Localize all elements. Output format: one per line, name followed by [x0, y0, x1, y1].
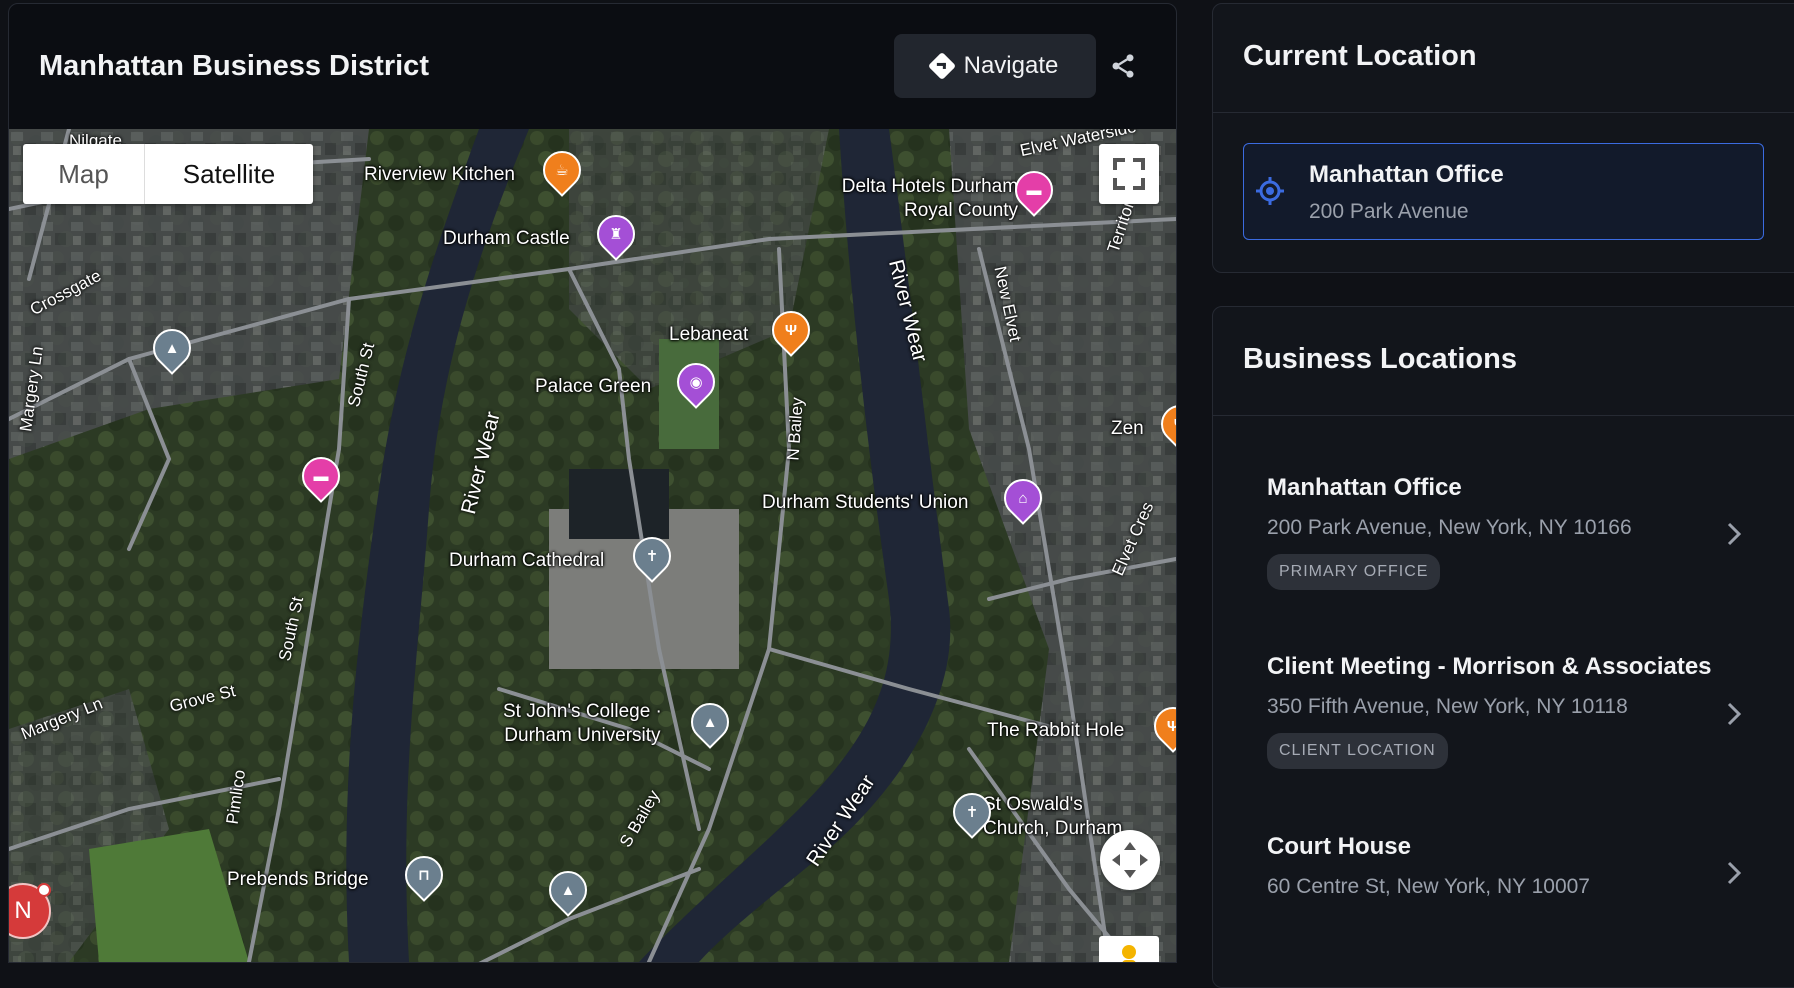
poi-label[interactable]: Lebaneat — [669, 323, 748, 347]
chevron-right-icon[interactable] — [1727, 702, 1741, 726]
poi-label[interactable]: Durham Cathedral — [449, 549, 604, 573]
poi-label[interactable]: Prebends Bridge — [227, 868, 369, 892]
status-badge: PRIMARY OFFICE — [1267, 554, 1441, 590]
map-card: Manhattan Business District Navigate Nil… — [8, 3, 1177, 963]
poi-label[interactable]: The Rabbit Hole — [987, 719, 1124, 743]
current-location-panel: Current Location Manhattan Office 200 Pa… — [1212, 3, 1794, 273]
pegman-icon — [1122, 945, 1136, 962]
poi-label-line1: Delta Hotels Durham — [841, 176, 1019, 197]
location-address: 200 Park Avenue, New York, NY 10166 — [1267, 516, 1632, 539]
poi-label[interactable]: Zen — [1111, 417, 1144, 441]
location-name: Manhattan Office — [1267, 474, 1462, 501]
camera-control-button[interactable] — [1100, 830, 1160, 890]
map-title: Manhattan Business District — [39, 49, 429, 82]
poi-label-line1: St John's College · — [503, 701, 662, 722]
poi-label-line2: Durham University — [504, 725, 661, 746]
share-icon[interactable] — [1109, 52, 1137, 80]
poi-label[interactable]: Durham Castle — [443, 227, 570, 251]
poi-label[interactable]: Riverview Kitchen — [364, 163, 515, 187]
map-type-toggle: Map Satellite — [23, 144, 313, 204]
poi-label[interactable]: Palace Green — [535, 375, 651, 399]
move-arrows-icon — [1112, 842, 1148, 878]
location-address: 60 Centre St, New York, NY 10007 — [1267, 875, 1590, 898]
fullscreen-icon — [1113, 158, 1145, 190]
map-type-map-button[interactable]: Map — [23, 144, 145, 204]
current-location-card[interactable]: Manhattan Office 200 Park Avenue — [1243, 143, 1764, 240]
divider — [1213, 415, 1794, 416]
satellite-map[interactable]: Nilgate Crossgate Margery Ln South St Ri… — [9, 129, 1176, 962]
poi-label[interactable]: Delta Hotels Durham Royal County — [807, 175, 1018, 223]
poi-label-line2: Royal County — [904, 200, 1019, 221]
fullscreen-button[interactable] — [1099, 144, 1159, 204]
current-location-title: Current Location — [1243, 40, 1477, 72]
business-locations-title: Business Locations — [1243, 343, 1517, 375]
poi-label-line1: St Oswald's — [983, 794, 1083, 815]
current-location-name: Manhattan Office — [1309, 161, 1504, 188]
divider — [1213, 112, 1794, 113]
list-item[interactable]: Manhattan Office 200 Park Avenue, New Yo… — [1267, 474, 1747, 590]
poi-label[interactable]: St John's College · Durham University — [503, 700, 662, 748]
poi-label[interactable]: Durham Students' Union — [762, 491, 968, 515]
location-name: Client Meeting - Morrison & Associates — [1267, 653, 1712, 680]
chevron-right-icon[interactable] — [1727, 522, 1741, 546]
chevron-right-icon[interactable] — [1727, 861, 1741, 885]
directions-icon — [927, 51, 956, 81]
street-view-button[interactable] — [1099, 936, 1159, 962]
location-name: Court House — [1267, 833, 1411, 860]
location-address: 350 Fifth Avenue, New York, NY 10118 — [1267, 695, 1628, 718]
list-item[interactable]: Court House 60 Centre St, New York, NY 1… — [1267, 833, 1747, 899]
navigate-button[interactable]: Navigate — [894, 34, 1096, 98]
map-type-satellite-button[interactable]: Satellite — [145, 144, 313, 204]
list-item[interactable]: Client Meeting - Morrison & Associates 3… — [1267, 653, 1767, 769]
crosshair-icon — [1256, 177, 1284, 205]
status-badge: CLIENT LOCATION — [1267, 733, 1448, 769]
current-location-address: 200 Park Avenue — [1309, 200, 1469, 223]
navigate-label: Navigate — [963, 52, 1059, 79]
